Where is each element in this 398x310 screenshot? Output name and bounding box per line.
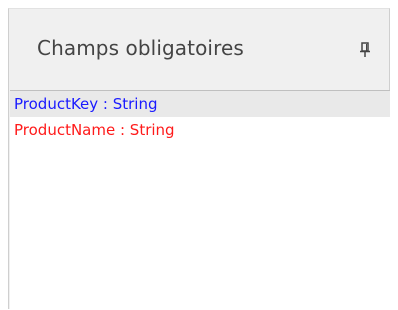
list-item-product-key[interactable]: ProductKey : String [10, 91, 390, 117]
field-label: ProductKey : String [14, 95, 158, 113]
required-fields-panel: Champs obligatoires ProductKey : String … [8, 8, 390, 310]
pin-icon[interactable] [359, 42, 371, 58]
panel-header: Champs obligatoires [9, 9, 389, 89]
list-item-product-name[interactable]: ProductName : String [10, 117, 390, 143]
panel-title: Champs obligatoires [37, 36, 244, 60]
field-label: ProductName : String [14, 121, 175, 139]
required-fields-list: ProductKey : String ProductName : String [10, 90, 390, 310]
